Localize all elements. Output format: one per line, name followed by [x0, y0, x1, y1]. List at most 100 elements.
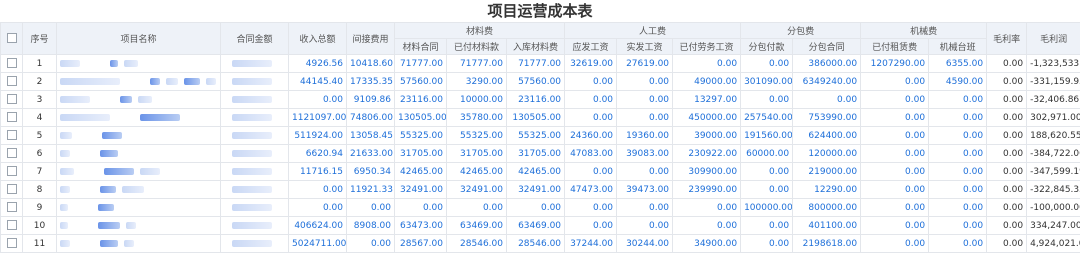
row-select-cell[interactable]: [0, 54, 23, 73]
row-gross-profit: -384,722.06: [1026, 144, 1080, 163]
row-seq: 9: [22, 198, 57, 217]
row-mach-shift: 0.00: [928, 126, 988, 145]
row-seq: 11: [22, 234, 57, 253]
row-mach-rent-paid: 0.00: [860, 198, 930, 217]
row-labor-due: 0.00: [564, 216, 618, 235]
row-material-paid: 32491.00: [446, 180, 507, 199]
row-seq: 6: [22, 144, 57, 163]
col-material-paid: 已付材料款: [446, 38, 507, 55]
row-material-paid: 0.00: [446, 198, 507, 217]
row-checkbox[interactable]: [6, 220, 17, 231]
row-material-contract: 42465.00: [394, 162, 447, 181]
select-all-cell[interactable]: [0, 22, 23, 55]
row-labor-due: 47473.00: [564, 180, 618, 199]
row-material-contract: 130505.00: [394, 108, 447, 127]
table-body: 1 4926.56 10418.60 71777.00 71777.00 71777.00…: [0, 54, 1080, 253]
table-row[interactable]: 3 0.00 9109.86 23116.00 10000.00 23116.00 0.00…: [0, 90, 1080, 109]
row-select-cell[interactable]: [0, 198, 23, 217]
row-material-contract: 63473.00: [394, 216, 447, 235]
table-row[interactable]: 9 0.00 0.00 0.00 0.00 0.00 0.00 0.00 0.00 100000.…: [0, 198, 1080, 217]
row-checkbox[interactable]: [6, 58, 17, 69]
row-checkbox[interactable]: [6, 76, 17, 87]
row-total-income: 0.00: [288, 198, 347, 217]
row-labor-actual: 0.00: [616, 216, 674, 235]
row-total-income: 0.00: [288, 180, 347, 199]
row-material-contract: 31705.00: [394, 144, 447, 163]
table-row[interactable]: 6 6620.94 21633.00 31705.00 31705.00 31705.00…: [0, 144, 1080, 163]
row-contract-amount: [220, 198, 289, 217]
row-sub-paid: 301090.00: [740, 72, 794, 91]
row-contract-amount: [220, 72, 289, 91]
table-row[interactable]: 1 4926.56 10418.60 71777.00 71777.00 71777.00…: [0, 54, 1080, 73]
row-labor-actual: 19360.00: [616, 126, 674, 145]
col-sub-contract: 分包合同: [792, 38, 862, 55]
row-mach-shift: 0.00: [928, 234, 988, 253]
row-select-cell[interactable]: [0, 234, 23, 253]
row-sub-paid: 257540.00: [740, 108, 794, 127]
row-checkbox[interactable]: [6, 94, 17, 105]
row-labor-actual: 39473.00: [616, 180, 674, 199]
row-sub-paid: 191560.00: [740, 126, 794, 145]
row-labor-paid: 39000.00: [672, 126, 742, 145]
row-sub-contract: 0.00: [792, 90, 862, 109]
row-contract-amount: [220, 162, 289, 181]
row-checkbox[interactable]: [6, 112, 17, 123]
row-material-paid: 31705.00: [446, 144, 507, 163]
table-row[interactable]: 5 511924.00 13058.45 55325.00 55325.00 55325.…: [0, 126, 1080, 145]
row-indirect-cost: 0.00: [346, 198, 395, 217]
row-checkbox[interactable]: [6, 130, 17, 141]
col-project-name: 项目名称: [56, 22, 221, 55]
row-project-name: [56, 234, 221, 253]
row-indirect-cost: 8908.00: [346, 216, 395, 235]
row-sub-paid: 0.00: [740, 162, 794, 181]
row-checkbox[interactable]: [6, 202, 17, 213]
row-contract-amount: [220, 234, 289, 253]
row-select-cell[interactable]: [0, 90, 23, 109]
row-material-paid: 10000.00: [446, 90, 507, 109]
row-gross-rate: 0.00: [986, 144, 1028, 163]
cost-table: 序号 项目名称 合同金额 收入总额 间接费用 材料费 人工费 分包费 机械费 毛…: [0, 22, 1080, 253]
table-row[interactable]: 10 406624.00 8908.00 63473.00 63469.00 63469.…: [0, 216, 1080, 235]
row-mach-rent-paid: 1207290.00: [860, 54, 930, 73]
row-select-cell[interactable]: [0, 108, 23, 127]
row-sub-contract: 800000.00: [792, 198, 862, 217]
row-mach-shift: 0.00: [928, 180, 988, 199]
row-mach-rent-paid: 0.00: [860, 162, 930, 181]
row-sub-contract: 624400.00: [792, 126, 862, 145]
table-row[interactable]: 8 0.00 11921.33 32491.00 32491.00 32491.00 474…: [0, 180, 1080, 199]
col-gross-profit: 毛利润: [1026, 22, 1080, 55]
row-gross-rate: 0.00: [986, 234, 1028, 253]
row-sub-paid: 0.00: [740, 234, 794, 253]
row-total-income: 6620.94: [288, 144, 347, 163]
group-machinery: 机械费: [860, 22, 988, 39]
row-checkbox[interactable]: [6, 166, 17, 177]
row-mach-shift: 0.00: [928, 90, 988, 109]
row-gross-rate: 0.00: [986, 54, 1028, 73]
row-material-contract: 0.00: [394, 198, 447, 217]
row-select-cell[interactable]: [0, 126, 23, 145]
row-sub-paid: 0.00: [740, 54, 794, 73]
row-checkbox[interactable]: [6, 184, 17, 195]
row-select-cell[interactable]: [0, 72, 23, 91]
row-labor-actual: 27619.00: [616, 54, 674, 73]
row-labor-paid: 239990.00: [672, 180, 742, 199]
row-seq: 3: [22, 90, 57, 109]
table-row[interactable]: 2 44145.40 17335.35 57560.00 3290.00 57560.00…: [0, 72, 1080, 91]
row-gross-rate: 0.00: [986, 180, 1028, 199]
row-sub-contract: 6349240.00: [792, 72, 862, 91]
row-checkbox[interactable]: [6, 238, 17, 249]
row-sub-contract: 120000.00: [792, 144, 862, 163]
table-row[interactable]: 7 11716.15 6950.34 42465.00 42465.00 42465.00…: [0, 162, 1080, 181]
row-select-cell[interactable]: [0, 216, 23, 235]
row-select-cell[interactable]: [0, 144, 23, 163]
row-project-name: [56, 126, 221, 145]
table-row[interactable]: 4 1121097.00 74806.00 130505.00 35780.00 1305…: [0, 108, 1080, 127]
row-checkbox[interactable]: [6, 148, 17, 159]
row-labor-due: 0.00: [564, 90, 618, 109]
row-labor-actual: 39083.00: [616, 144, 674, 163]
row-total-income: 44145.40: [288, 72, 347, 91]
table-row[interactable]: 11 5024711.00 0.00 28567.00 28546.00 28546.00…: [0, 234, 1080, 253]
row-select-cell[interactable]: [0, 162, 23, 181]
row-select-cell[interactable]: [0, 180, 23, 199]
select-all-checkbox[interactable]: [6, 33, 17, 44]
